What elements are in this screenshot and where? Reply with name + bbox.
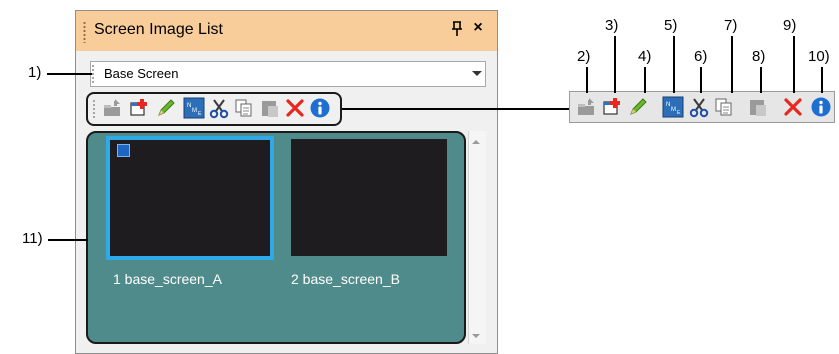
new-screen-icon[interactable]: [128, 97, 150, 119]
close-icon[interactable]: ×: [470, 19, 486, 37]
paste-icon[interactable]: [259, 97, 281, 119]
delete-icon[interactable]: [284, 97, 306, 119]
delete-icon: [782, 96, 804, 118]
copy-icon: [713, 96, 735, 118]
callout-line: [673, 36, 675, 93]
callout-line: [700, 67, 702, 93]
scroll-up-arrow-icon[interactable]: [472, 140, 480, 144]
dropdown-grip-icon: [92, 64, 94, 84]
selection-checkbox[interactable]: [117, 144, 130, 157]
drag-grip-icon[interactable]: [83, 21, 86, 43]
edit-pencil-icon[interactable]: [155, 97, 177, 119]
screen-thumbnail[interactable]: [291, 139, 447, 256]
callout-line: [821, 67, 823, 93]
pin-icon[interactable]: [450, 20, 464, 38]
cut-icon: [688, 96, 710, 118]
callout-line: [793, 36, 795, 93]
callout-11: 11): [22, 230, 43, 247]
properties-info-icon: [810, 96, 832, 118]
panel-title: Screen Image List: [94, 21, 223, 38]
new-screen-icon: [601, 96, 623, 118]
name-display-icon[interactable]: [183, 97, 205, 119]
screen-thumbnail-selected[interactable]: [106, 136, 274, 260]
callout-4: 4): [638, 48, 652, 65]
vertical-scrollbar[interactable]: [468, 131, 486, 344]
callout-8: 8): [752, 48, 766, 65]
callout-line: [731, 36, 733, 93]
screen-label: 2 base_screen_B: [291, 271, 400, 287]
callout-line: [47, 73, 92, 75]
toolbar-grip-icon[interactable]: [93, 99, 95, 119]
callout-1: 1): [28, 64, 42, 81]
copy-icon[interactable]: [233, 97, 255, 119]
callout-6: 6): [694, 48, 708, 65]
screen-from-template-icon: [575, 96, 597, 118]
callout-5: 5): [664, 17, 678, 34]
callout-line: [644, 67, 646, 93]
paste-icon: [747, 96, 769, 118]
callout-7: 7): [724, 17, 738, 34]
name-display-icon: [662, 96, 684, 118]
properties-info-icon[interactable]: [309, 97, 331, 119]
toolbar-connector-line: [342, 108, 569, 110]
callout-9: 9): [783, 17, 797, 34]
callout-line: [48, 239, 88, 241]
chevron-down-icon[interactable]: [472, 71, 482, 76]
screen-from-template-icon[interactable]: [101, 97, 123, 119]
callout-3: 3): [605, 17, 619, 34]
callout-line: [760, 67, 762, 93]
callout-line: [614, 36, 616, 93]
scroll-down-arrow-icon[interactable]: [472, 334, 480, 338]
callout-line: [586, 67, 588, 93]
callout-2: 2): [577, 48, 591, 65]
screen-label: 1 base_screen_A: [113, 271, 222, 287]
dropdown-selected-value: Base Screen: [104, 66, 179, 81]
callout-10: 10): [808, 48, 830, 65]
edit-pencil-icon: [627, 96, 649, 118]
cut-icon[interactable]: [208, 97, 230, 119]
